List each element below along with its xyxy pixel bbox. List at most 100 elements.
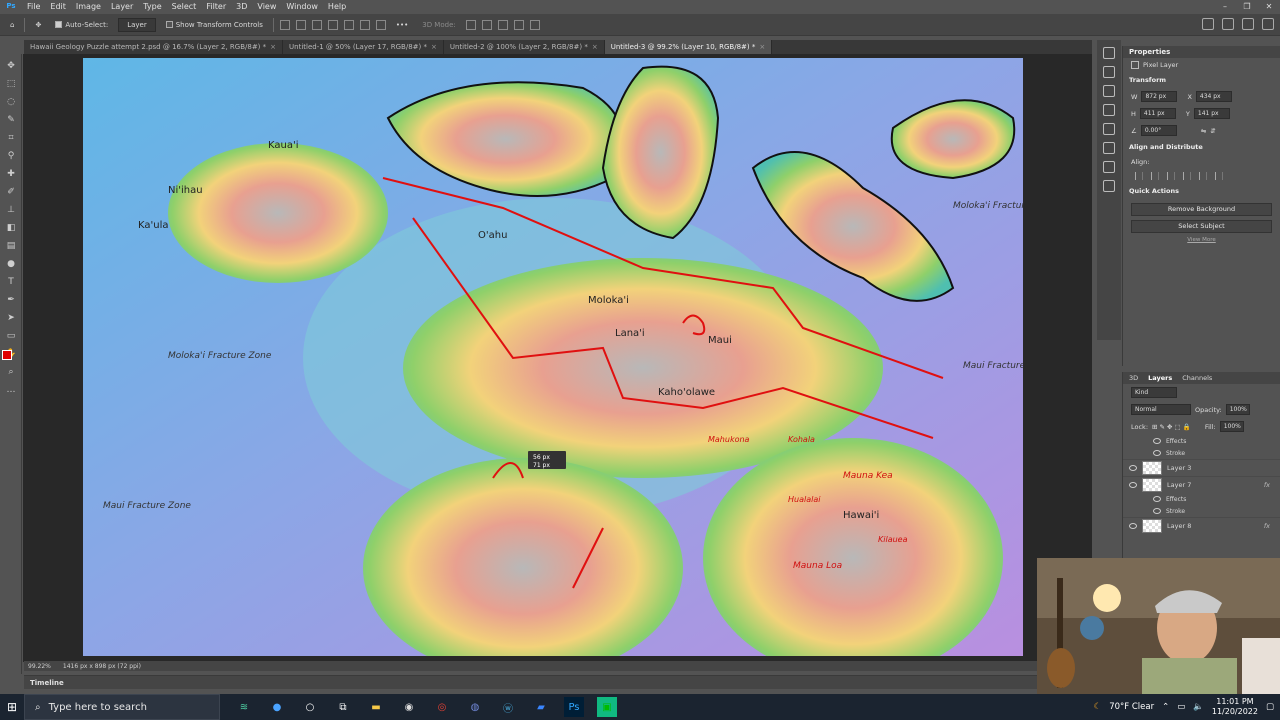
align-top-icon[interactable] bbox=[327, 19, 338, 30]
menu-3d[interactable]: 3D bbox=[231, 2, 252, 11]
align-horizontal-centers-icon[interactable] bbox=[1151, 172, 1159, 180]
lock-icon[interactable]: ⊞ ✎ ✥ ⬚ 🔒 bbox=[1152, 423, 1191, 431]
transform-section[interactable]: Transform bbox=[1123, 72, 1280, 88]
search-icon[interactable] bbox=[1222, 18, 1234, 30]
user-icon[interactable] bbox=[1202, 18, 1214, 30]
type-tool-icon[interactable]: T bbox=[5, 276, 17, 288]
libraries-icon[interactable] bbox=[1103, 104, 1115, 116]
globe-icon[interactable]: ● bbox=[267, 697, 287, 717]
opacity-field[interactable]: 100% bbox=[1225, 404, 1250, 415]
tab-hawaii-geology[interactable]: Hawaii Geology Puzzle attempt 2.psd @ 16… bbox=[24, 40, 284, 54]
green-app-icon[interactable]: ▣ bbox=[597, 697, 617, 717]
remove-background-button[interactable]: Remove Background bbox=[1131, 203, 1272, 216]
3d-drag-icon[interactable] bbox=[497, 19, 508, 30]
menu-image[interactable]: Image bbox=[71, 2, 106, 11]
minimize-icon[interactable]: – bbox=[1214, 0, 1236, 12]
brush-settings-icon[interactable] bbox=[1103, 66, 1115, 78]
eyedropper-tool-icon[interactable]: ⚲ bbox=[5, 150, 17, 162]
fx-icon[interactable]: fx bbox=[1264, 522, 1270, 530]
menu-type[interactable]: Type bbox=[138, 2, 166, 11]
paragraph-icon[interactable] bbox=[1103, 142, 1115, 154]
close-tab-icon[interactable]: × bbox=[270, 43, 276, 51]
more-tools-icon[interactable]: … bbox=[5, 384, 17, 396]
layer-effects-row[interactable]: Effects bbox=[1123, 435, 1280, 447]
align-bottom-edges-icon[interactable] bbox=[1215, 172, 1223, 180]
notification-icon[interactable]: ▢ bbox=[1266, 702, 1274, 712]
discord-icon[interactable]: ◍ bbox=[465, 697, 485, 717]
menu-edit[interactable]: Edit bbox=[45, 2, 71, 11]
tools-icon[interactable] bbox=[1103, 161, 1115, 173]
shape-tool-icon[interactable]: ▭ bbox=[5, 330, 17, 342]
close-icon[interactable]: ✕ bbox=[1258, 0, 1280, 12]
eye-icon[interactable] bbox=[1153, 450, 1161, 456]
move-tool-icon[interactable]: ✥ bbox=[5, 60, 17, 72]
height-field[interactable]: 411 px bbox=[1139, 108, 1176, 119]
x-field[interactable]: 434 px bbox=[1195, 91, 1232, 102]
stamp-tool-icon[interactable]: ⊥ bbox=[5, 204, 17, 216]
file-explorer-icon[interactable]: ▬ bbox=[366, 697, 386, 717]
network-icon[interactable]: ▭ bbox=[1177, 702, 1185, 712]
close-tab-icon[interactable]: × bbox=[592, 43, 598, 51]
blend-mode-dropdown[interactable]: Normal bbox=[1131, 404, 1191, 415]
align-right-icon[interactable] bbox=[311, 19, 322, 30]
share-icon[interactable] bbox=[1262, 18, 1274, 30]
layer-effects-row[interactable]: Effects bbox=[1123, 493, 1280, 505]
pen-tool-icon[interactable]: ✒ bbox=[5, 294, 17, 306]
photoshop-taskbar-icon[interactable]: Ps bbox=[564, 697, 584, 717]
select-subject-button[interactable]: Select Subject bbox=[1131, 220, 1272, 233]
tab-untitled-2[interactable]: Untitled-2 @ 100% (Layer 2, RGB/8#) * × bbox=[444, 40, 605, 54]
brush-tool-icon[interactable]: ✐ bbox=[5, 186, 17, 198]
foreground-color-swatch[interactable] bbox=[2, 350, 12, 360]
restore-icon[interactable]: ❐ bbox=[1236, 0, 1258, 12]
menu-file[interactable]: File bbox=[22, 2, 45, 11]
eye-icon[interactable] bbox=[1153, 496, 1161, 502]
flip-horizontal-icon[interactable]: ⇋ bbox=[1201, 127, 1206, 135]
layer-kind-filter[interactable]: Kind bbox=[1131, 387, 1177, 398]
crop-tool-icon[interactable]: ⌗ bbox=[5, 132, 17, 144]
document-canvas[interactable]: Kaua'i Ni'ihau Ka'ula O'ahu Moloka'i Lan… bbox=[83, 58, 1023, 656]
auto-select-target-dropdown[interactable]: Layer bbox=[118, 17, 156, 32]
quick-actions-section[interactable]: Quick Actions bbox=[1123, 183, 1280, 199]
align-vertical-centers-icon[interactable] bbox=[1199, 172, 1207, 180]
character-icon[interactable] bbox=[1103, 123, 1115, 135]
align-bottom-icon[interactable] bbox=[359, 19, 370, 30]
distribute-icon[interactable] bbox=[375, 19, 386, 30]
eraser-tool-icon[interactable]: ◧ bbox=[5, 222, 17, 234]
tab-layers[interactable]: Layers bbox=[1148, 374, 1172, 382]
eye-icon[interactable] bbox=[1153, 438, 1161, 444]
marquee-tool-icon[interactable]: ⬚ bbox=[5, 78, 17, 90]
menu-window[interactable]: Window bbox=[281, 2, 323, 11]
chrome-icon[interactable]: ◎ bbox=[432, 697, 452, 717]
layer-row-layer-3[interactable]: Layer 3 bbox=[1123, 459, 1280, 476]
volume-icon[interactable]: 🔈 bbox=[1193, 702, 1204, 712]
eye-icon[interactable] bbox=[1129, 465, 1137, 471]
task-view-icon[interactable]: ⧉ bbox=[333, 697, 353, 717]
tab-untitled-1[interactable]: Untitled-1 @ 50% (Layer 17, RGB/8#) * × bbox=[283, 40, 444, 54]
eye-icon[interactable] bbox=[1153, 508, 1161, 514]
y-field[interactable]: 141 px bbox=[1193, 108, 1230, 119]
tab-3d[interactable]: 3D bbox=[1129, 374, 1138, 382]
fx-icon[interactable]: fx bbox=[1264, 481, 1270, 489]
dodge-tool-icon[interactable]: ● bbox=[5, 258, 17, 270]
menu-filter[interactable]: Filter bbox=[201, 2, 231, 11]
eye-icon[interactable] bbox=[1129, 482, 1137, 488]
menu-help[interactable]: Help bbox=[323, 2, 351, 11]
gradient-tool-icon[interactable]: ▤ bbox=[5, 240, 17, 252]
view-more-link[interactable]: View More bbox=[1123, 237, 1280, 243]
tab-untitled-3[interactable]: Untitled-3 @ 99.2% (Layer 10, RGB/8#) * × bbox=[604, 40, 773, 54]
windows-start-icon[interactable]: ⊞ bbox=[0, 694, 24, 720]
align-center-icon[interactable] bbox=[295, 19, 306, 30]
cortana-icon[interactable]: ○ bbox=[300, 697, 320, 717]
clock[interactable]: 11:01 PM 11/20/2022 bbox=[1212, 697, 1258, 717]
blue-app-icon[interactable]: ▰ bbox=[531, 697, 551, 717]
align-right-edges-icon[interactable] bbox=[1167, 172, 1175, 180]
width-field[interactable]: 872 px bbox=[1141, 91, 1178, 102]
layer-stroke-row[interactable]: Stroke bbox=[1123, 505, 1280, 517]
more-options-icon[interactable]: ••• bbox=[392, 18, 412, 32]
layer-row-layer-7[interactable]: Layer 7 fx bbox=[1123, 476, 1280, 493]
menu-view[interactable]: View bbox=[252, 2, 281, 11]
quick-select-tool-icon[interactable]: ✎ bbox=[5, 114, 17, 126]
align-middle-icon[interactable] bbox=[343, 19, 354, 30]
flip-vertical-icon[interactable]: ⇵ bbox=[1210, 127, 1215, 135]
home-icon[interactable]: ⌂ bbox=[6, 18, 18, 32]
